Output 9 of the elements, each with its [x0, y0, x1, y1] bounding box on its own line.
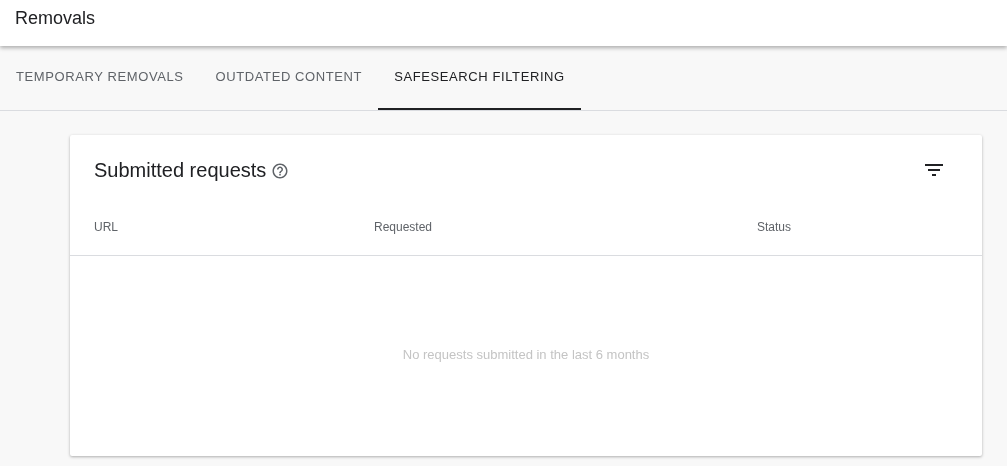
- card-title: Submitted requests: [94, 158, 267, 183]
- column-header: Requested: [374, 219, 433, 236]
- column-header: URL: [94, 219, 118, 236]
- tab[interactable]: SAFESEARCH FILTERING: [378, 46, 581, 110]
- tab[interactable]: TEMPORARY REMOVALS: [0, 46, 200, 110]
- page-title: Removals: [15, 7, 96, 30]
- help-icon[interactable]: [271, 162, 290, 180]
- tab[interactable]: OUTDATED CONTENT: [199, 46, 379, 110]
- column-header: Status: [757, 219, 792, 236]
